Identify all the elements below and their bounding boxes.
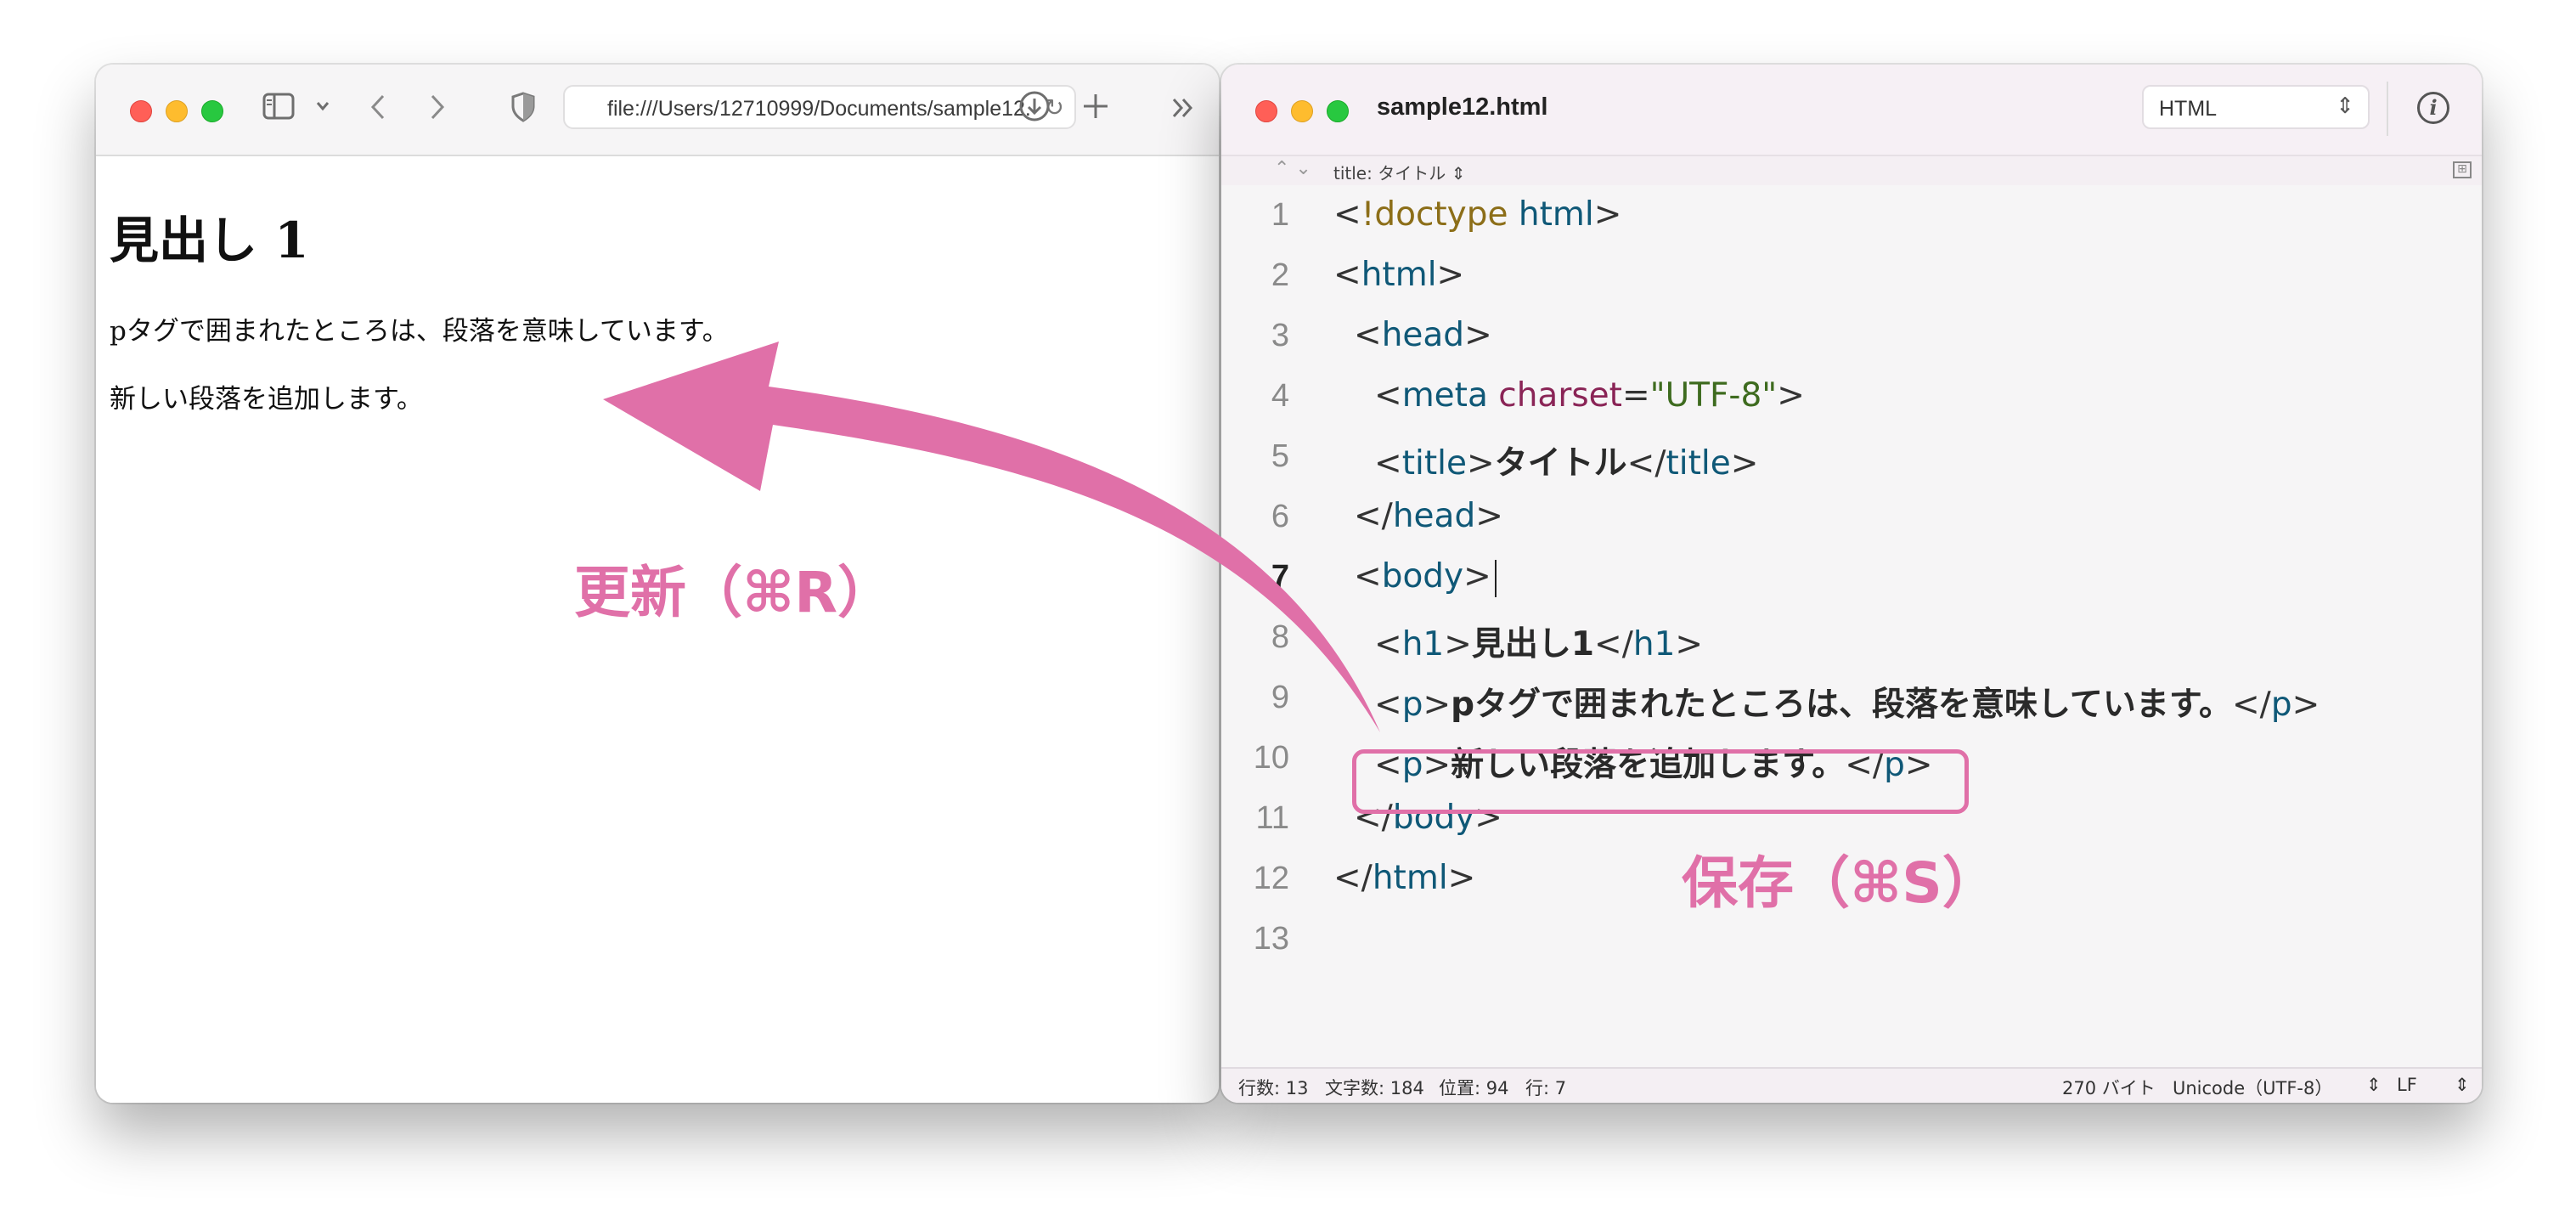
- save-annotation: 保存（⌘S）: [1682, 850, 1998, 916]
- refresh-annotation: 更新（⌘R）: [574, 560, 894, 625]
- refresh-arrow: [603, 342, 1380, 732]
- save-highlight-box: [1352, 749, 1969, 814]
